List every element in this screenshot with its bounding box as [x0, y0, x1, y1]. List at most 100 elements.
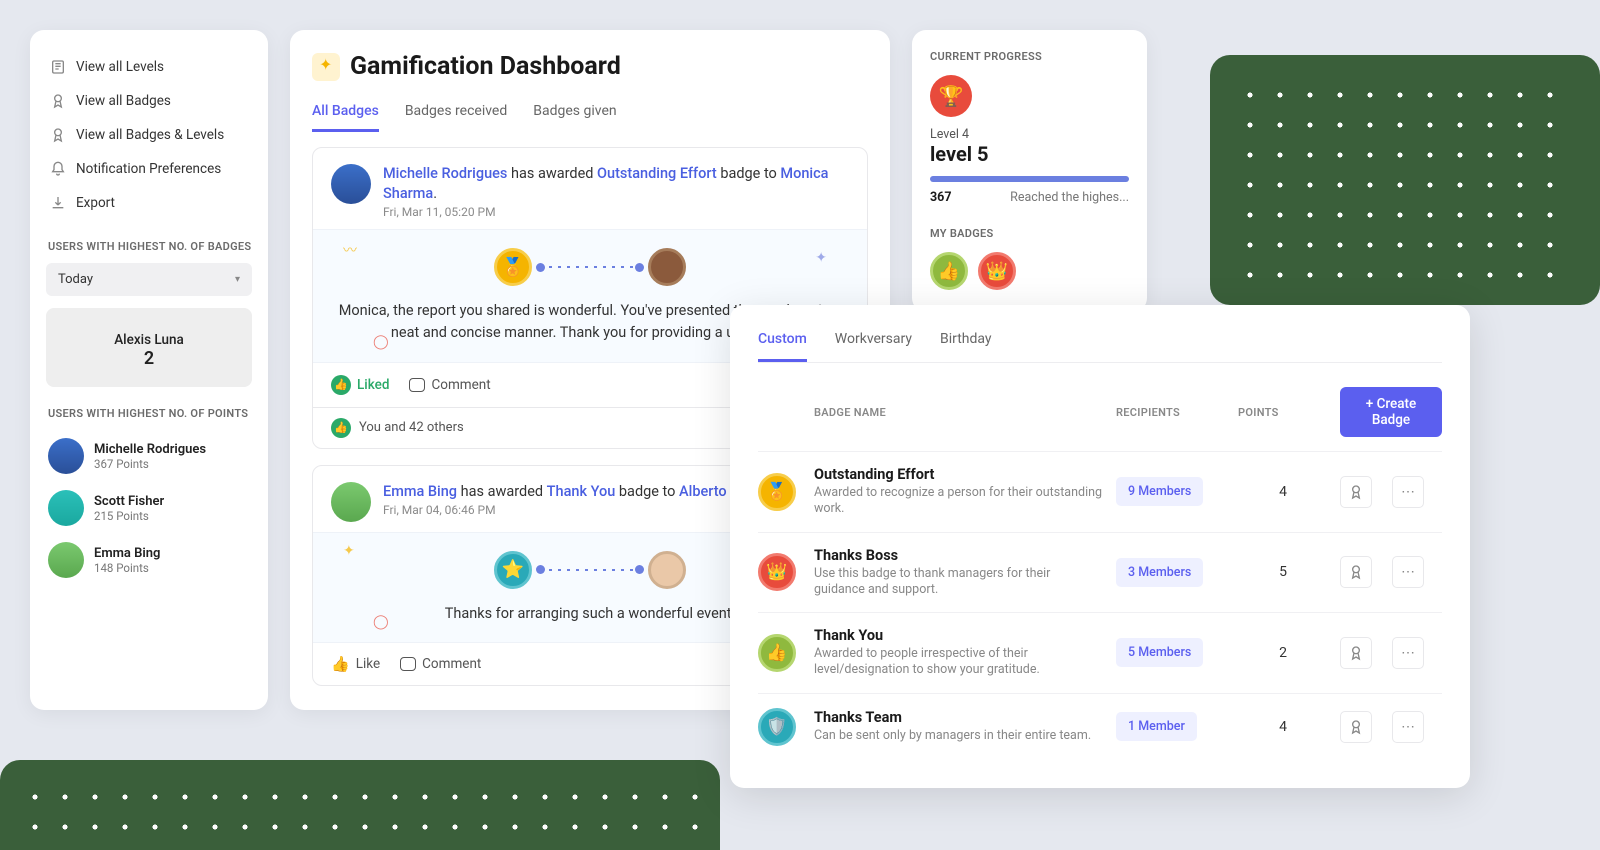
- more-icon-button[interactable]: ⋯: [1392, 476, 1424, 508]
- user-row[interactable]: Michelle Rodrigues 367 Points: [46, 430, 252, 482]
- decorative-dots-top-right: [1210, 55, 1600, 305]
- main-tabs: All Badges Badges received Badges given: [312, 97, 868, 133]
- sidebar-item-notifications[interactable]: Notification Preferences: [46, 152, 252, 186]
- comment-button[interactable]: Comment: [400, 656, 481, 672]
- sidebar-item-badges-levels[interactable]: View all Badges & Levels: [46, 118, 252, 152]
- tab-badges-given[interactable]: Badges given: [533, 97, 616, 132]
- thumbs-up-badge-icon: 👍: [930, 252, 968, 290]
- feed-headline: Emma Bing has awarded Thank You badge to…: [383, 482, 766, 502]
- th-recipients: RECIPIENTS: [1116, 406, 1226, 419]
- comment-label: Comment: [431, 377, 490, 393]
- feed-headline: Michelle Rodrigues has awarded Outstandi…: [383, 164, 849, 203]
- sidebar-item-export[interactable]: Export: [46, 186, 252, 220]
- more-icon-button[interactable]: ⋯: [1392, 711, 1424, 743]
- sidebar: View all Levels View all Badges View all…: [30, 30, 268, 710]
- page-title: Gamification Dashboard: [312, 52, 868, 81]
- tab-birthday[interactable]: Birthday: [940, 327, 992, 362]
- comment-label: Comment: [422, 656, 481, 672]
- like-button[interactable]: 👍 Liked: [331, 375, 389, 395]
- badge-row: 👍 Thank You Awarded to people irrespecti…: [758, 612, 1442, 693]
- badge-description: Can be sent only by managers in their en…: [814, 728, 1104, 744]
- sidebar-item-label: View all Badges & Levels: [76, 127, 224, 143]
- user-name: Scott Fisher: [94, 494, 164, 509]
- recipients-pill[interactable]: 1 Member: [1116, 712, 1197, 741]
- tab-badges-received[interactable]: Badges received: [405, 97, 507, 132]
- feed-timestamp: Fri, Mar 04, 06:46 PM: [383, 503, 766, 517]
- sidebar-item-label: Export: [76, 195, 115, 211]
- awarder-link[interactable]: Emma Bing: [383, 483, 457, 500]
- badge-description: Awarded to recognize a person for their …: [814, 485, 1104, 518]
- feed-timestamp: Fri, Mar 11, 05:20 PM: [383, 205, 849, 219]
- badge-link[interactable]: Outstanding Effort: [597, 165, 717, 182]
- shield-icon: 🛡️: [758, 708, 796, 746]
- award-icon-button[interactable]: [1340, 711, 1372, 743]
- recipients-pill[interactable]: 5 Members: [1116, 638, 1203, 667]
- thumbs-up-icon: 👍: [331, 655, 350, 673]
- avatar: [648, 248, 686, 286]
- highest-badges-title: USERS WITH HIGHEST NO. OF BADGES: [48, 240, 252, 253]
- page-title-text: Gamification Dashboard: [350, 52, 621, 81]
- bell-icon: [50, 161, 66, 177]
- like-label: Like: [356, 656, 380, 672]
- avatar: [48, 490, 84, 526]
- user-row[interactable]: Emma Bing 148 Points: [46, 534, 252, 586]
- trophy-icon: 🏆: [930, 75, 972, 117]
- like-label: Liked: [357, 377, 389, 393]
- sidebar-item-badges[interactable]: View all Badges: [46, 84, 252, 118]
- sparkle-icon: [312, 53, 340, 81]
- crown-badge-icon: 👑: [978, 252, 1016, 290]
- comment-icon: [400, 657, 416, 671]
- badge-table-header: BADGE NAME RECIPIENTS POINTS + Create Ba…: [758, 387, 1442, 437]
- avatar: [331, 164, 371, 204]
- th-badge-name: BADGE NAME: [814, 406, 1104, 419]
- my-badges-row: 👍 👑: [930, 252, 1129, 290]
- awarder-link[interactable]: Michelle Rodrigues: [383, 165, 507, 182]
- th-points: POINTS: [1238, 406, 1328, 419]
- recipients-pill[interactable]: 9 Members: [1116, 477, 1203, 506]
- tab-all-badges[interactable]: All Badges: [312, 97, 379, 132]
- badge-name: Thanks Boss: [814, 547, 1104, 564]
- user-points: 367 Points: [94, 457, 206, 471]
- badge-link[interactable]: Thank You: [547, 483, 616, 500]
- more-icon-button[interactable]: ⋯: [1392, 637, 1424, 669]
- level-large: level 5: [930, 142, 1129, 166]
- top-user-name: Alexis Luna: [56, 332, 242, 348]
- tab-workversary[interactable]: Workversary: [835, 327, 912, 362]
- star-icon: ⭐: [494, 551, 532, 589]
- user-name: Michelle Rodrigues: [94, 442, 206, 457]
- levels-icon: [50, 59, 66, 75]
- badge-management-panel: Custom Workversary Birthday BADGE NAME R…: [730, 305, 1470, 788]
- badge-points: 4: [1238, 484, 1328, 500]
- badge-row: 🏅 Outstanding Effort Awarded to recogniz…: [758, 451, 1442, 532]
- level-small: Level 4: [930, 127, 1129, 142]
- ribbon-icon: [50, 93, 66, 109]
- highest-points-title: USERS WITH HIGHEST NO. OF POINTS: [48, 407, 252, 420]
- like-button[interactable]: 👍 Like: [331, 655, 380, 673]
- recipients-pill[interactable]: 3 Members: [1116, 558, 1203, 587]
- sidebar-item-levels[interactable]: View all Levels: [46, 50, 252, 84]
- badge-description: Use this badge to thank managers for the…: [814, 566, 1104, 599]
- user-name: Emma Bing: [94, 546, 160, 561]
- top-user-card: Alexis Luna 2: [46, 308, 252, 387]
- progress-bar: [930, 176, 1129, 182]
- create-badge-button[interactable]: + Create Badge: [1340, 387, 1442, 437]
- sidebar-item-label: Notification Preferences: [76, 161, 221, 177]
- chevron-down-icon: ▾: [235, 274, 240, 285]
- period-dropdown[interactable]: Today ▾: [46, 263, 252, 296]
- badge-name: Thanks Team: [814, 709, 1104, 726]
- progress-card: CURRENT PROGRESS 🏆 Level 4 level 5 367 R…: [912, 30, 1147, 312]
- tab-custom[interactable]: Custom: [758, 327, 807, 362]
- award-icon-button[interactable]: [1340, 556, 1372, 588]
- user-row[interactable]: Scott Fisher 215 Points: [46, 482, 252, 534]
- more-icon-button[interactable]: ⋯: [1392, 556, 1424, 588]
- likers-text: You and 42 others: [359, 420, 464, 435]
- crown-icon: 👑: [758, 553, 796, 591]
- sidebar-item-label: View all Levels: [76, 59, 164, 75]
- award-icon-button[interactable]: [1340, 637, 1372, 669]
- award-icon-button[interactable]: [1340, 476, 1372, 508]
- badge-row: 🛡️ Thanks Team Can be sent only by manag…: [758, 693, 1442, 760]
- avatar: [648, 551, 686, 589]
- user-points: 215 Points: [94, 509, 164, 523]
- comment-button[interactable]: Comment: [409, 377, 490, 393]
- progress-note: Reached the highes...: [1010, 190, 1129, 205]
